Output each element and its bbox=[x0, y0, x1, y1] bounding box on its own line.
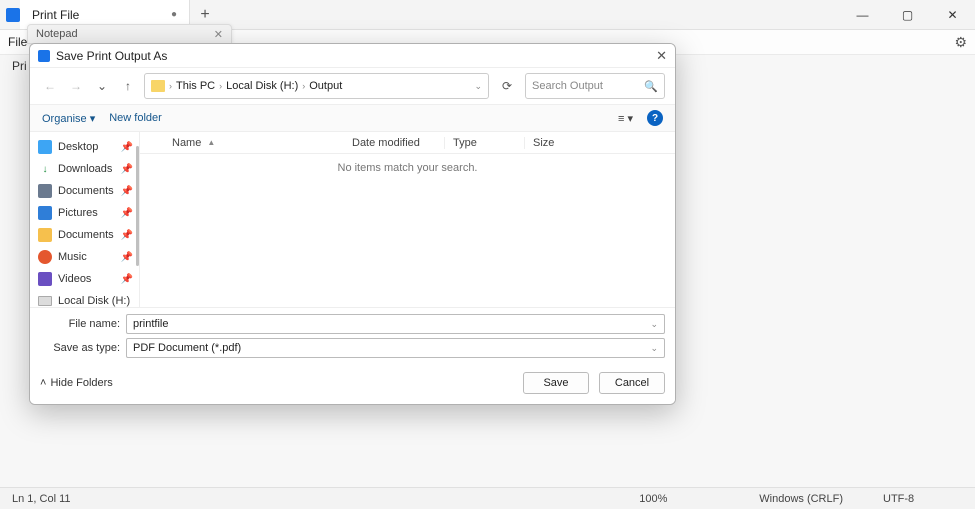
address-dropdown-icon[interactable]: ⌄ bbox=[474, 81, 482, 92]
dialog-toolbar: Organise ▾ New folder ≡ ▾ ? bbox=[30, 104, 675, 132]
address-bar[interactable]: › This PC › Local Disk (H:) › Output ⌄ bbox=[144, 73, 489, 99]
nav-recent-button[interactable]: ⌄ bbox=[92, 76, 112, 96]
col-name[interactable]: Name▲ bbox=[164, 137, 344, 149]
pin-icon: 📌 bbox=[121, 274, 133, 285]
background-window-close[interactable]: ✕ bbox=[214, 28, 223, 41]
sidebar-item-icon bbox=[38, 228, 52, 242]
col-date[interactable]: Date modified bbox=[344, 137, 444, 149]
savetype-dropdown-icon[interactable]: ⌄ bbox=[650, 343, 658, 354]
sidebar-item-icon bbox=[38, 206, 52, 220]
search-icon: 🔍 bbox=[644, 80, 658, 93]
sidebar-item-icon: ↓ bbox=[38, 162, 52, 176]
gear-icon[interactable]: ⚙ bbox=[954, 34, 967, 51]
pin-icon: 📌 bbox=[121, 164, 133, 175]
refresh-button[interactable]: ⟳ bbox=[495, 79, 519, 93]
path-drive[interactable]: Local Disk (H:) bbox=[226, 80, 298, 92]
sort-asc-icon: ▲ bbox=[207, 138, 215, 147]
dialog-title: Save Print Output As bbox=[56, 49, 167, 63]
pin-icon: 📌 bbox=[121, 208, 133, 219]
nav-row: ← → ⌄ ↑ › This PC › Local Disk (H:) › Ou… bbox=[30, 68, 675, 104]
nav-back-button[interactable]: ← bbox=[40, 76, 60, 96]
status-zoom[interactable]: 100% bbox=[639, 493, 719, 505]
nav-forward-button[interactable]: → bbox=[66, 76, 86, 96]
pin-icon: 📌 bbox=[121, 186, 133, 197]
sidebar-item[interactable]: Documents 📌 bbox=[30, 180, 139, 202]
sidebar-item-icon bbox=[38, 272, 52, 286]
dialog-footer: File name: printfile ⌄ Save as type: PDF… bbox=[30, 307, 675, 404]
savetype-select[interactable]: PDF Document (*.pdf) ⌄ bbox=[126, 338, 665, 358]
pin-icon: 📌 bbox=[121, 252, 133, 263]
dialog-icon bbox=[38, 50, 50, 62]
app-icon bbox=[6, 8, 20, 22]
maximize-button[interactable]: ▢ bbox=[885, 0, 930, 30]
status-position: Ln 1, Col 11 bbox=[12, 493, 92, 505]
sidebar-item-label: Videos bbox=[58, 273, 91, 285]
sidebar-item-label: Desktop bbox=[58, 141, 98, 153]
view-options-button[interactable]: ≡ ▾ bbox=[618, 112, 633, 125]
close-button[interactable]: ✕ bbox=[930, 0, 975, 30]
tab-modified-dot: ● bbox=[171, 9, 177, 20]
savetype-label: Save as type: bbox=[40, 342, 126, 354]
file-menu[interactable]: File bbox=[8, 35, 27, 49]
empty-message: No items match your search. bbox=[140, 154, 675, 307]
background-window-title: Notepad bbox=[36, 28, 78, 40]
tab-title: Print File bbox=[32, 8, 79, 22]
dialog-close-button[interactable]: ✕ bbox=[656, 48, 667, 64]
sidebar-item[interactable]: Desktop 📌 bbox=[30, 136, 139, 158]
search-placeholder: Search Output bbox=[532, 80, 603, 92]
column-headers: Name▲ Date modified Type Size bbox=[140, 132, 675, 154]
chevron-up-icon: ˄ bbox=[40, 377, 46, 389]
sidebar-item[interactable]: Documents 📌 bbox=[30, 224, 139, 246]
sidebar-item[interactable]: ↓ Downloads 📌 bbox=[30, 158, 139, 180]
sidebar-item[interactable]: Videos 📌 bbox=[30, 268, 139, 290]
path-folder[interactable]: Output bbox=[309, 80, 342, 92]
sidebar-item-label: Documents bbox=[58, 185, 114, 197]
nav-up-button[interactable]: ↑ bbox=[118, 76, 138, 96]
organise-menu[interactable]: Organise ▾ bbox=[42, 112, 95, 125]
new-folder-button[interactable]: New folder bbox=[109, 112, 162, 124]
save-dialog: Save Print Output As ✕ ← → ⌄ ↑ › This PC… bbox=[29, 43, 676, 405]
sidebar-item-icon bbox=[38, 184, 52, 198]
save-button[interactable]: Save bbox=[523, 372, 589, 394]
help-icon[interactable]: ? bbox=[647, 110, 663, 126]
filename-input[interactable]: printfile ⌄ bbox=[126, 314, 665, 334]
chevron-right-icon: › bbox=[302, 81, 305, 91]
cancel-button[interactable]: Cancel bbox=[599, 372, 665, 394]
filename-dropdown-icon[interactable]: ⌄ bbox=[650, 319, 658, 330]
filename-label: File name: bbox=[40, 318, 126, 330]
sidebar-item[interactable]: Pictures 📌 bbox=[30, 202, 139, 224]
chevron-right-icon: › bbox=[169, 81, 172, 91]
folder-icon bbox=[151, 80, 165, 92]
dialog-titlebar: Save Print Output As ✕ bbox=[30, 44, 675, 68]
sidebar-item-icon bbox=[38, 140, 52, 154]
file-list-pane: Name▲ Date modified Type Size No items m… bbox=[140, 132, 675, 307]
sidebar-item-label: Local Disk (H:) bbox=[58, 295, 130, 307]
status-encoding: UTF-8 bbox=[883, 493, 963, 505]
sidebar-item-icon bbox=[38, 250, 52, 264]
new-tab-button[interactable]: + bbox=[190, 6, 220, 24]
status-eol: Windows (CRLF) bbox=[759, 493, 843, 505]
sidebar-item-label: Downloads bbox=[58, 163, 112, 175]
status-bar: Ln 1, Col 11 100% Windows (CRLF) UTF-8 bbox=[0, 487, 975, 509]
sidebar-item[interactable]: Music 📌 bbox=[30, 246, 139, 268]
minimize-button[interactable]: — bbox=[840, 0, 885, 30]
search-input[interactable]: Search Output 🔍 bbox=[525, 73, 665, 99]
folder-tree: Desktop📌↓Downloads📌Documents📌Pictures📌Do… bbox=[30, 132, 140, 307]
sidebar-item-icon bbox=[38, 296, 52, 306]
background-window-tab[interactable]: Notepad ✕ bbox=[27, 24, 232, 44]
pin-icon: 📌 bbox=[121, 230, 133, 241]
sidebar-item-label: Music bbox=[58, 251, 87, 263]
sidebar-item[interactable]: Local Disk (H:) bbox=[30, 290, 139, 307]
chevron-right-icon: › bbox=[219, 81, 222, 91]
col-type[interactable]: Type bbox=[444, 137, 524, 149]
path-root[interactable]: This PC bbox=[176, 80, 215, 92]
pin-icon: 📌 bbox=[121, 142, 133, 153]
sidebar-item-label: Documents bbox=[58, 229, 114, 241]
col-size[interactable]: Size bbox=[524, 137, 584, 149]
hide-folders-toggle[interactable]: ˄ Hide Folders bbox=[40, 377, 113, 389]
sidebar-item-label: Pictures bbox=[58, 207, 98, 219]
